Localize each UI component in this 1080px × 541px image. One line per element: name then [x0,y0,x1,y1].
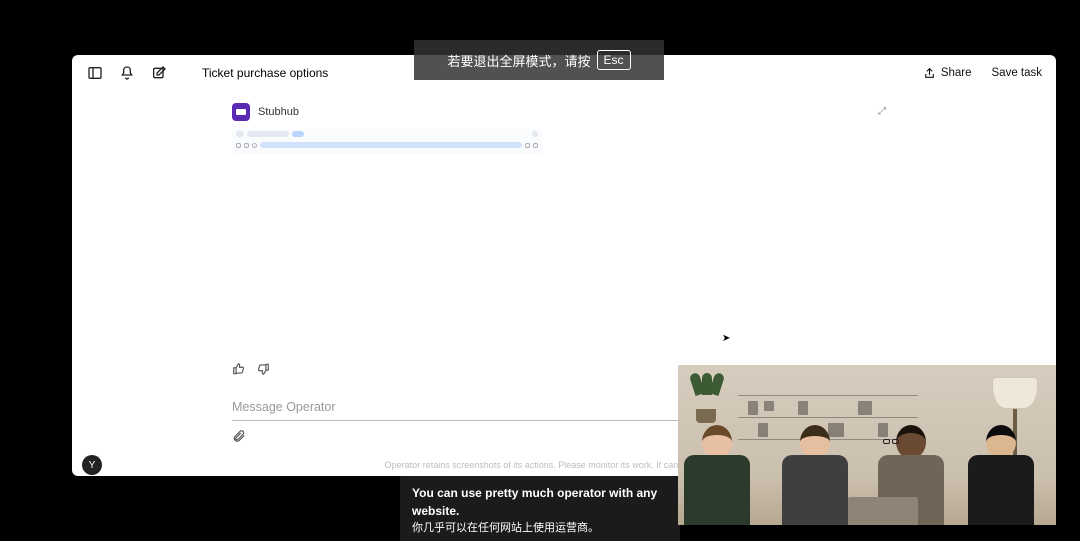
message-input-area [232,396,726,448]
plant-decor [688,373,724,423]
person-2 [782,425,848,525]
video-subtitle: You can use pretty much operator with an… [400,476,680,541]
laptop-decor [848,497,918,525]
person-1 [684,425,750,525]
message-input[interactable] [232,396,726,421]
subtitle-zh: 你几乎可以在任何网站上使用运营商。 [412,520,668,537]
notifications-icon[interactable] [118,64,136,82]
thumbs-up-icon[interactable] [232,362,246,381]
person-4 [968,425,1034,525]
user-avatar[interactable]: Y [82,455,102,475]
fullscreen-exit-notice: 若要退出全屏模式，请按 Esc [414,40,664,80]
share-label: Share [941,67,972,79]
save-task-button[interactable]: Save task [992,67,1043,79]
page-title: Ticket purchase options [202,66,328,80]
subtitle-en: You can use pretty much operator with an… [412,484,668,520]
browser-screenshot-thumbnail[interactable] [232,129,542,154]
share-button[interactable]: Share [923,67,972,80]
cursor-icon: ➤ [722,333,730,344]
save-task-label: Save task [992,67,1043,79]
browser-site-name: Stubhub [258,106,299,118]
compose-icon[interactable] [150,64,168,82]
fullscreen-notice-text: 若要退出全屏模式，请按 [447,51,590,70]
stubhub-favicon [232,103,250,121]
expand-icon[interactable]: ⤢ [878,107,886,117]
webcam-overlay [678,365,1056,525]
attachment-icon[interactable] [232,430,246,447]
esc-key-badge: Esc [597,50,631,70]
content-area: Stubhub ⤢ [72,91,1056,381]
thumbs-down-icon[interactable] [256,362,270,381]
sidebar-toggle-icon[interactable] [86,64,104,82]
